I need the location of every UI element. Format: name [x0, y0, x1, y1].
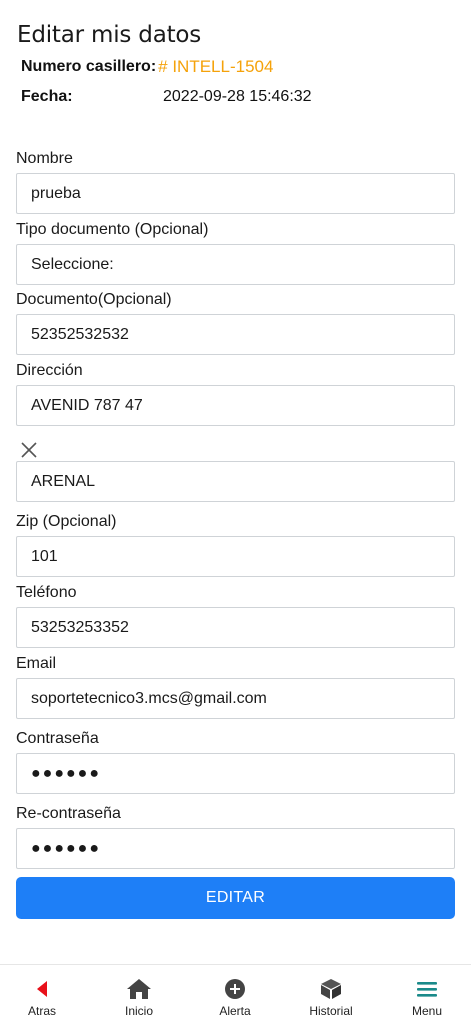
ciudad-input[interactable]: ARENAL	[16, 461, 455, 502]
hamburger-icon	[416, 978, 438, 1000]
nav-label-inicio: Inicio	[124, 1004, 153, 1018]
email-label: Email	[16, 655, 57, 672]
nav-item-menu[interactable]: Menu	[387, 965, 467, 1024]
contrasena-label: Contraseña	[16, 730, 99, 747]
box-icon	[320, 978, 342, 1000]
contrasena-input[interactable]: ●●●●●●	[16, 753, 455, 794]
nav-label-atras: Atras	[27, 1004, 56, 1018]
tipo-documento-select[interactable]: Seleccione:	[16, 244, 455, 285]
re-contrasena-input[interactable]: ●●●●●●	[16, 828, 455, 869]
date-value: 2022-09-28 15:46:32	[163, 88, 312, 105]
locker-label: Numero casillero:	[21, 58, 157, 75]
bottom-nav: Atras Inicio Alerta Historial Menu	[0, 964, 471, 1024]
nombre-label: Nombre	[16, 150, 73, 167]
nav-item-atras[interactable]: Atras	[2, 965, 82, 1024]
editar-button[interactable]: EDITAR	[16, 877, 455, 919]
nav-label-menu: Menu	[411, 1004, 443, 1018]
close-icon[interactable]	[19, 440, 39, 460]
zip-label: Zip (Opcional)	[16, 513, 117, 530]
locker-row: Numero casillero: # INTELL-1504	[21, 57, 273, 77]
back-arrow-icon	[35, 978, 49, 1000]
nav-item-historial[interactable]: Historial	[291, 965, 371, 1024]
tipo-documento-label: Tipo documento (Opcional)	[16, 221, 209, 238]
direccion-input[interactable]: AVENID 787 47	[16, 385, 455, 426]
nav-item-inicio[interactable]: Inicio	[99, 965, 179, 1024]
nav-item-alerta[interactable]: Alerta	[195, 965, 275, 1024]
nombre-input[interactable]: prueba	[16, 173, 455, 214]
email-input[interactable]: soportetecnico3.mcs@gmail.com	[16, 678, 455, 719]
documento-label: Documento(Opcional)	[16, 291, 172, 308]
page-title: Editar mis datos	[17, 22, 202, 48]
locker-value: # INTELL-1504	[158, 57, 274, 76]
date-row: Fecha: 2022-09-28 15:46:32	[21, 88, 312, 106]
telefono-label: Teléfono	[16, 584, 77, 601]
telefono-input[interactable]: 53253253352	[16, 607, 455, 648]
direccion-label: Dirección	[16, 362, 83, 379]
documento-input[interactable]: 52352532532	[16, 314, 455, 355]
zip-input[interactable]: 101	[16, 536, 455, 577]
edit-profile-page: Editar mis datos Numero casillero: # INT…	[0, 0, 471, 964]
nav-label-historial: Historial	[309, 1004, 353, 1018]
plus-circle-icon	[224, 978, 246, 1000]
home-icon	[126, 978, 152, 1000]
nav-label-alerta: Alerta	[219, 1004, 251, 1018]
re-contrasena-label: Re-contraseña	[16, 805, 121, 822]
date-label: Fecha:	[21, 88, 73, 105]
